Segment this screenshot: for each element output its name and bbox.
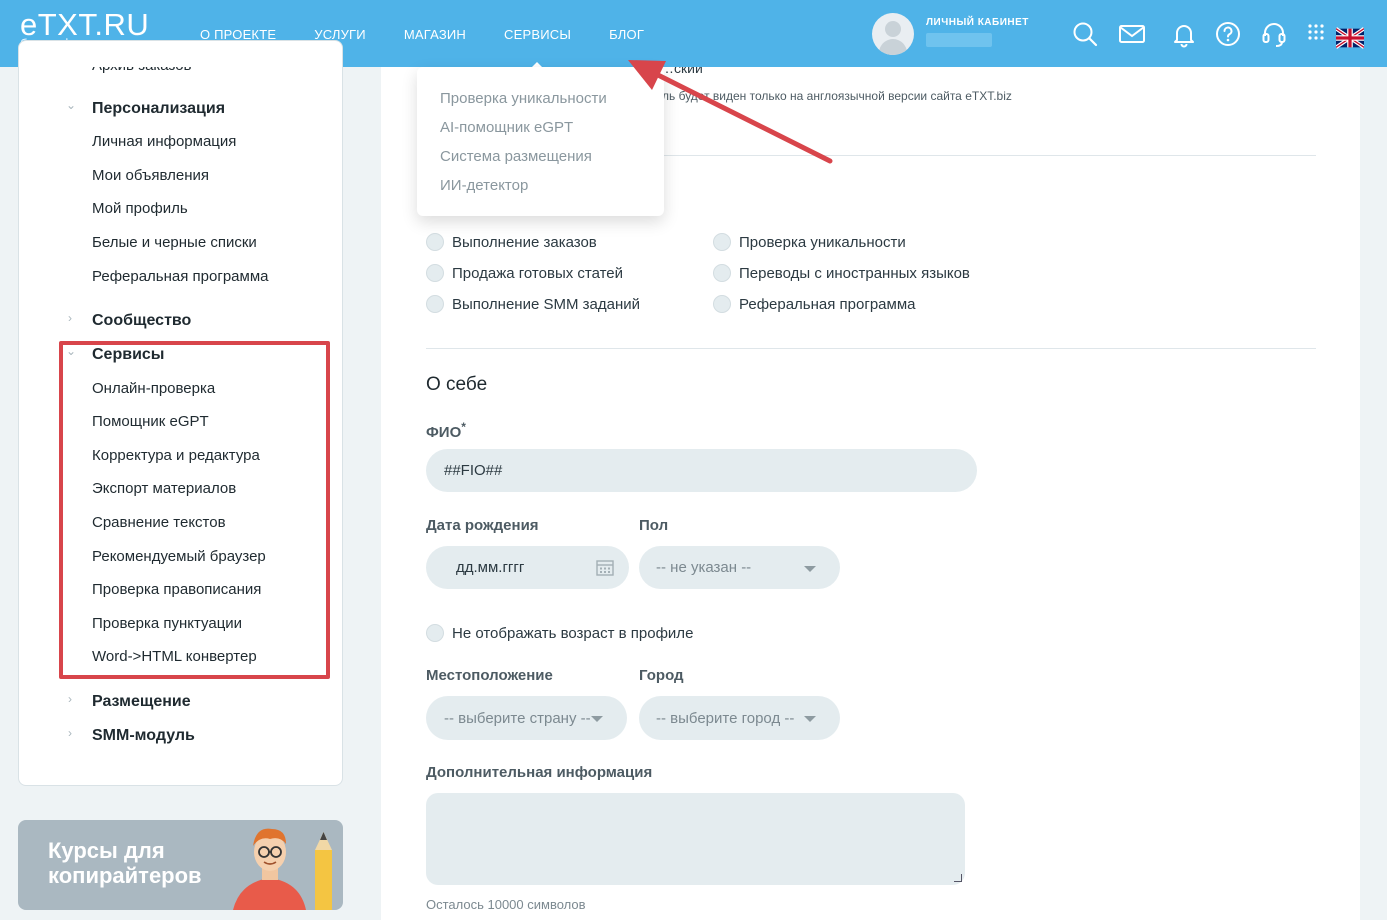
resize-handle-icon[interactable] bbox=[954, 874, 962, 882]
chevron-right-icon[interactable]: › bbox=[68, 692, 72, 706]
uk-flag-icon[interactable] bbox=[1334, 24, 1366, 49]
city-label: Город bbox=[639, 667, 684, 684]
avatar-head bbox=[885, 21, 901, 37]
nav-blog[interactable]: БЛОГ bbox=[609, 27, 644, 42]
country-select[interactable]: -- выберите страну -- bbox=[426, 696, 627, 740]
checkbox[interactable] bbox=[713, 264, 731, 282]
extra-info-textarea[interactable] bbox=[426, 793, 965, 885]
bell-icon[interactable] bbox=[1170, 20, 1198, 48]
nav-shop[interactable]: МАГАЗИН bbox=[404, 27, 466, 42]
checkbox-translations[interactable]: Переводы с иностранных языков bbox=[713, 264, 970, 282]
required-mark: * bbox=[461, 420, 466, 434]
chevron-right-icon[interactable]: › bbox=[68, 311, 72, 325]
nav-tools[interactable]: СЕРВИСЫ bbox=[504, 27, 571, 69]
city-select[interactable]: -- выберите город -- bbox=[639, 696, 840, 740]
char-counter: Осталось 10000 символов bbox=[426, 897, 586, 912]
checkbox[interactable] bbox=[713, 295, 731, 313]
calendar-icon[interactable] bbox=[596, 559, 614, 576]
courses-banner[interactable]: Курсы для копирайтеров bbox=[18, 820, 343, 910]
birth-date-placeholder[interactable]: дд.мм.гггг bbox=[456, 559, 524, 576]
section-title-about: О себе bbox=[426, 374, 488, 395]
writer-illustration bbox=[233, 828, 332, 910]
sidebar-section-personalization[interactable]: Персонализация bbox=[92, 100, 225, 118]
apps-grid-icon[interactable] bbox=[1304, 20, 1332, 48]
highlight-annotation-box bbox=[59, 341, 330, 679]
support-headset-icon[interactable] bbox=[1260, 20, 1288, 48]
city-select-placeholder[interactable]: -- выберите город -- bbox=[656, 710, 794, 727]
extra-info-label: Дополнительная информация bbox=[426, 764, 653, 781]
checkbox-hide-age[interactable]: Не отображать возраст в профиле bbox=[426, 624, 693, 642]
checkbox-uniqueness[interactable]: Проверка уникальности bbox=[713, 233, 906, 251]
chevron-down-icon[interactable] bbox=[804, 566, 816, 572]
sidebar-item-my-ads[interactable]: Мои объявления bbox=[92, 167, 209, 184]
checkbox-label: Реферальная программа bbox=[739, 295, 916, 313]
location-label: Местоположение bbox=[426, 667, 553, 684]
chevron-down-icon[interactable] bbox=[591, 716, 603, 722]
checkbox[interactable] bbox=[426, 264, 444, 282]
chevron-right-icon[interactable]: › bbox=[68, 726, 72, 740]
avatar-body bbox=[879, 39, 907, 55]
checkbox[interactable] bbox=[713, 233, 731, 251]
checkbox[interactable] bbox=[426, 624, 444, 642]
checkbox-referral[interactable]: Реферальная программа bbox=[713, 295, 915, 313]
cabinet-label[interactable]: ЛИЧНЫЙ КАБИНЕТ bbox=[926, 17, 1029, 28]
menu-item-egpt[interactable]: AI-помощник eGPT bbox=[440, 119, 573, 136]
mail-icon[interactable] bbox=[1118, 20, 1146, 48]
checkbox-orders[interactable]: Выполнение заказов bbox=[426, 233, 597, 251]
checkbox-label: Продажа готовых статей bbox=[452, 264, 624, 282]
checkbox-smm[interactable]: Выполнение SMM заданий bbox=[426, 295, 640, 313]
help-icon[interactable] bbox=[1214, 20, 1242, 48]
divider bbox=[426, 348, 1316, 349]
checkbox-label: Выполнение SMM заданий bbox=[452, 295, 640, 313]
fio-label: ФИО* bbox=[426, 420, 466, 441]
sidebar-section-smm[interactable]: SMM-модуль bbox=[92, 727, 195, 745]
menu-item-uniqueness[interactable]: Проверка уникальности bbox=[440, 90, 607, 107]
chevron-down-icon[interactable] bbox=[804, 716, 816, 722]
checkbox-label: Переводы с иностранных языков bbox=[739, 264, 970, 282]
sidebar-item-referral[interactable]: Реферальная программа bbox=[92, 268, 268, 285]
chevron-down-icon[interactable]: ⌄ bbox=[66, 98, 76, 112]
gender-select[interactable]: -- не указан -- bbox=[639, 546, 840, 589]
checkbox[interactable] bbox=[426, 233, 444, 251]
checkbox-label: Проверка уникальности bbox=[739, 233, 906, 251]
menu-item-placement[interactable]: Система размещения bbox=[440, 148, 592, 165]
sidebar-section-placement[interactable]: Размещение bbox=[92, 693, 191, 711]
username-blurred[interactable] bbox=[926, 33, 992, 47]
sidebar-item-personal-info[interactable]: Личная информация bbox=[92, 133, 236, 150]
birth-date-input[interactable]: дд.мм.гггг bbox=[426, 546, 629, 589]
checkbox[interactable] bbox=[426, 295, 444, 313]
checkbox-label: Выполнение заказов bbox=[452, 233, 597, 251]
checkbox-articles[interactable]: Продажа готовых статей bbox=[426, 264, 623, 282]
gender-select-value[interactable]: -- не указан -- bbox=[656, 559, 751, 576]
sidebar-item-lists[interactable]: Белые и черные списки bbox=[92, 234, 257, 251]
sidebar-section-community[interactable]: Сообщество bbox=[92, 312, 191, 330]
avatar[interactable] bbox=[872, 13, 914, 55]
gender-label: Пол bbox=[639, 517, 669, 534]
fio-label-text: ФИО bbox=[426, 424, 462, 441]
checkbox-label: Не отображать возраст в профиле bbox=[452, 624, 694, 642]
fio-input-value[interactable]: ##FIO## bbox=[444, 462, 502, 479]
sidebar-item-my-profile[interactable]: Мой профиль bbox=[92, 200, 188, 217]
country-select-placeholder[interactable]: -- выберите страну -- bbox=[444, 710, 591, 727]
birth-date-label: Дата рождения bbox=[426, 517, 539, 534]
profile-visibility-note: …ль будет виден только на англоязычной в… bbox=[650, 89, 1012, 103]
nav-tools-label[interactable]: СЕРВИСЫ bbox=[504, 27, 571, 42]
menu-item-ai-detector[interactable]: ИИ-детектор bbox=[440, 177, 528, 194]
fio-input[interactable]: ##FIO## bbox=[426, 449, 977, 492]
services-dropdown-menu: Проверка уникальности AI-помощник eGPT С… bbox=[417, 67, 664, 216]
search-icon[interactable] bbox=[1071, 20, 1099, 48]
